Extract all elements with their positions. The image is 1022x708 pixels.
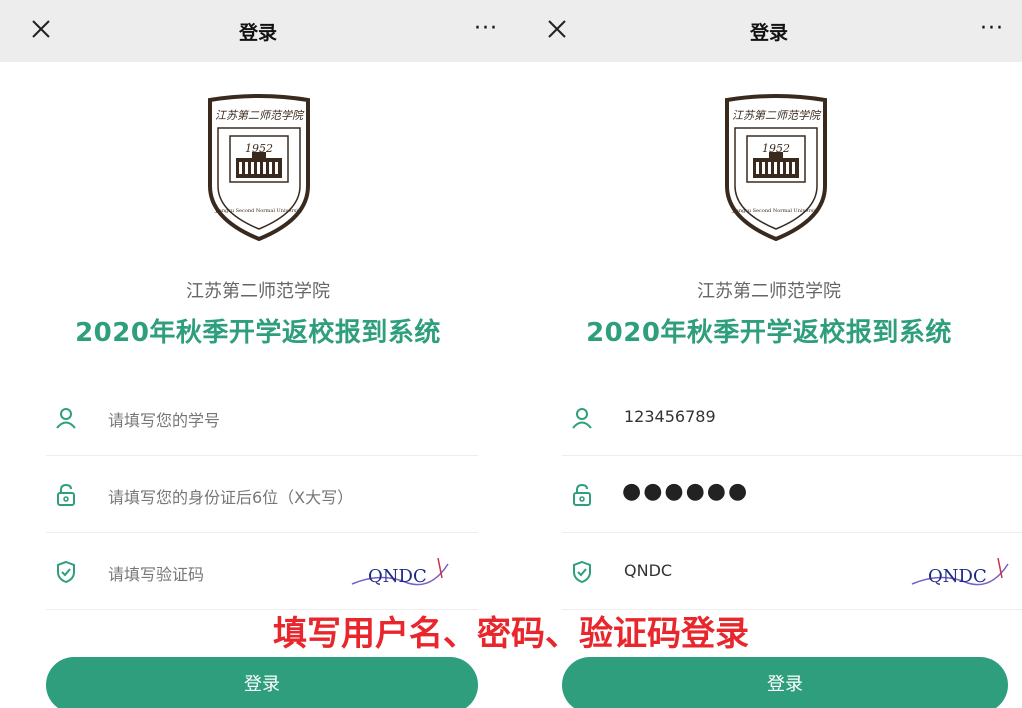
emblem-ring-text: Jiangsu Second Normal University (214, 208, 303, 214)
emblem-top-text: 江苏第二师范学院 (215, 109, 305, 122)
student-id-placeholder: 请填写您的学号 (108, 411, 221, 430)
student-id-value: 123456789 (624, 407, 716, 426)
password-field[interactable]: 请填写您的身份证后6位（X大写） (46, 457, 478, 533)
password-field[interactable]: ●●●●●● (562, 457, 1022, 533)
captcha-placeholder: 请填写验证码 (108, 565, 205, 584)
captcha-field[interactable]: 请填写验证码 QNDC (46, 534, 478, 610)
student-id-field[interactable]: 123456789 (562, 380, 1022, 456)
nav-title: 登录 (749, 22, 788, 44)
captcha-text: QNDC (368, 566, 427, 587)
user-icon (572, 408, 592, 429)
instruction-annotation: 填写用户名、密码、验证码登录 (273, 614, 749, 654)
more-icon[interactable]: ··· (474, 16, 498, 41)
password-value: ●●●●●● (622, 479, 750, 504)
student-id-field[interactable]: 请填写您的学号 (46, 380, 478, 456)
lock-icon (573, 483, 591, 506)
system-title: 2020年秋季开学返校报到系统 (586, 318, 952, 348)
university-emblem: 江苏第二师范学院 1952 Jiangsu Second Normal Univ… (208, 94, 310, 242)
nav-bar: 登录 ··· (516, 0, 1022, 62)
emblem-top-text: 江苏第二师范学院 (732, 109, 822, 122)
login-button[interactable]: 登录 (46, 657, 478, 708)
user-icon (56, 408, 76, 429)
university-emblem: 江苏第二师范学院 1952 Jiangsu Second Normal Univ… (725, 94, 827, 242)
captcha-image[interactable]: QNDC (350, 554, 450, 592)
login-panel-filled: 登录 ··· 江苏第二师范学院 1952 Jiangsu Second Norm… (516, 0, 1022, 708)
shield-check-icon (573, 560, 591, 584)
nav-title: 登录 (238, 22, 277, 44)
captcha-text: QNDC (928, 566, 987, 587)
login-panel-empty: 登录 ··· 江苏第二师范学院 1952 Jiangsu Second Norm… (0, 0, 516, 708)
password-placeholder: 请填写您的身份证后6位（X大写） (108, 488, 354, 507)
lock-icon (57, 483, 75, 506)
login-button[interactable]: 登录 (562, 657, 1008, 708)
system-title: 2020年秋季开学返校报到系统 (75, 318, 441, 348)
school-name: 江苏第二师范学院 (186, 281, 330, 302)
nav-bar: 登录 ··· (0, 0, 516, 62)
captcha-field[interactable]: QNDC QNDC (562, 534, 1022, 610)
school-name: 江苏第二师范学院 (697, 281, 841, 302)
captcha-image[interactable]: QNDC (910, 554, 1010, 592)
shield-check-icon (57, 560, 75, 584)
captcha-value: QNDC (624, 561, 673, 580)
emblem-ring-text: Jiangsu Second Normal University (731, 208, 820, 214)
more-icon[interactable]: ··· (980, 16, 1004, 41)
